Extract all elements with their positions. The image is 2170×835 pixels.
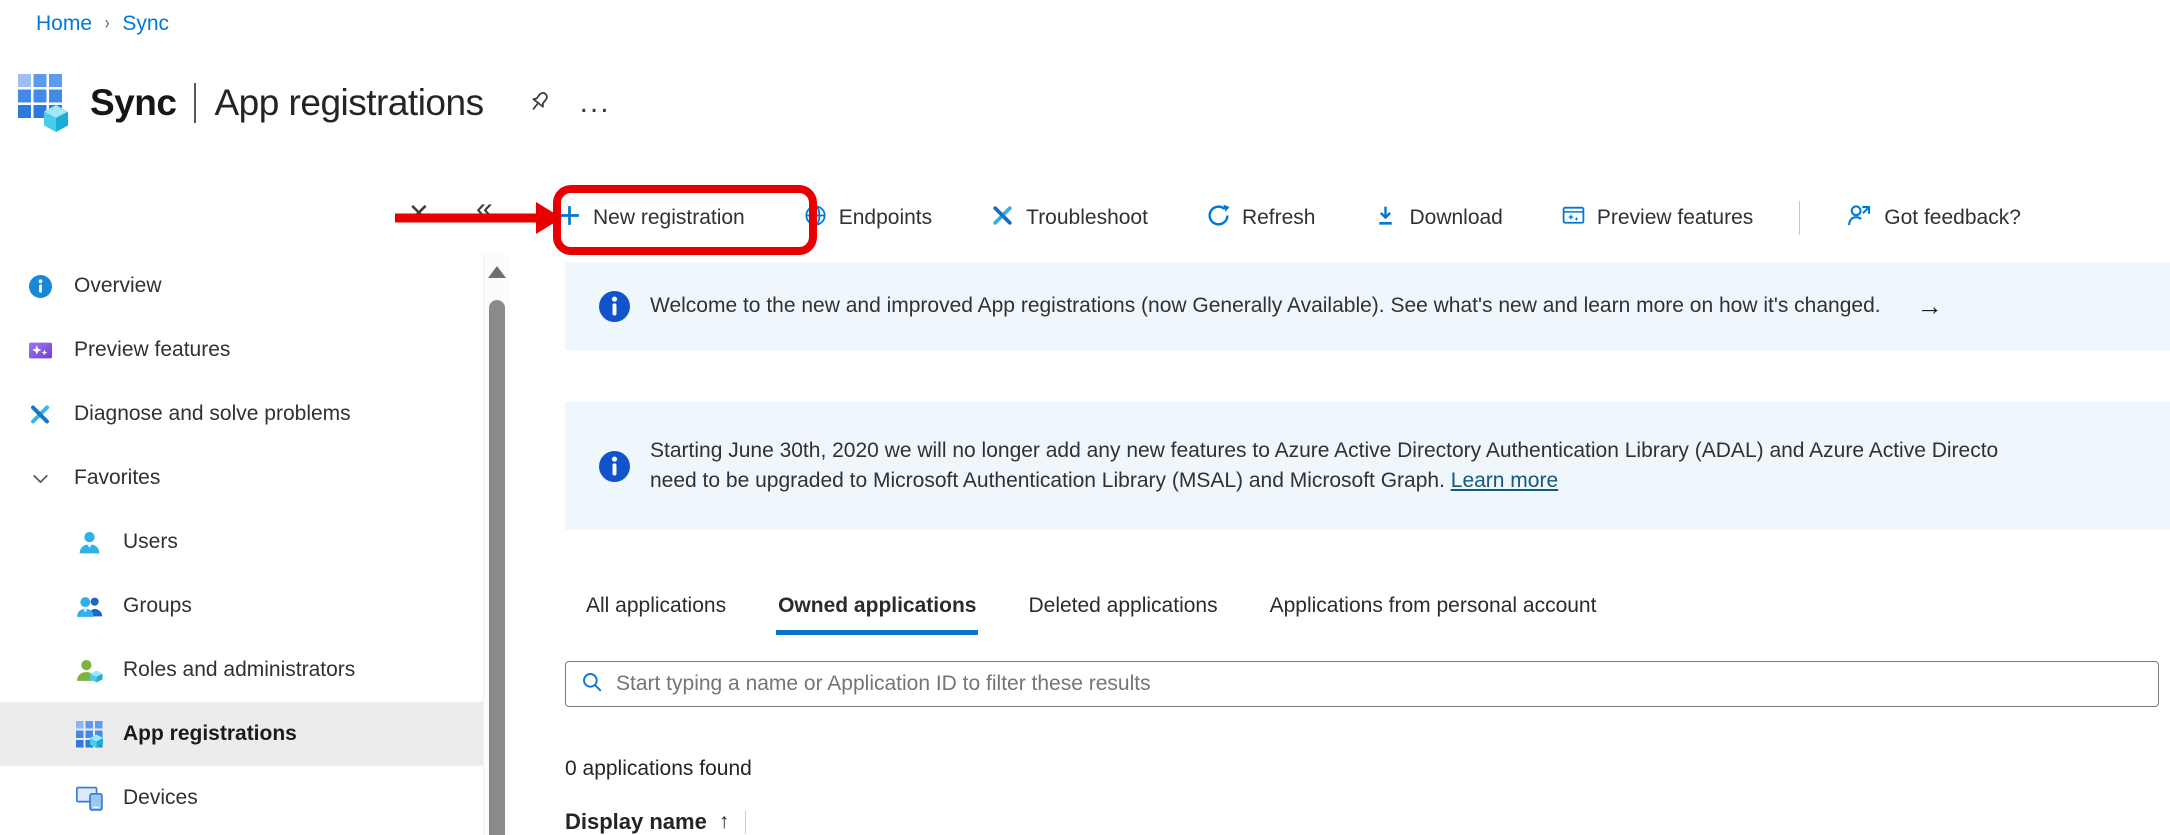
banner-arrow-icon[interactable]: → bbox=[1917, 291, 1943, 322]
adal-banner-line2: need to be upgraded to Microsoft Authent… bbox=[650, 469, 1451, 492]
sidebar-item-diagnose[interactable]: Diagnose and solve problems bbox=[0, 382, 483, 446]
tools-icon bbox=[990, 203, 1015, 234]
chevron-down-icon bbox=[28, 466, 52, 490]
adal-banner-line1: Starting June 30th, 2020 we will no long… bbox=[650, 439, 1998, 462]
sidebar-item-preview-features[interactable]: Preview features bbox=[0, 318, 483, 382]
toolbar-divider bbox=[1799, 201, 1800, 235]
breadcrumb-home-link[interactable]: Home bbox=[36, 12, 92, 36]
tab-owned-applications[interactable]: Owned applications bbox=[776, 594, 978, 635]
collapse-double-chevron-icon[interactable]: « bbox=[476, 192, 493, 226]
sidebar-item-label: Users bbox=[123, 530, 178, 554]
endpoints-label: Endpoints bbox=[839, 206, 932, 230]
users-icon bbox=[76, 529, 103, 556]
troubleshoot-button[interactable]: Troubleshoot bbox=[986, 203, 1152, 234]
sidebar-item-label: App registrations bbox=[123, 722, 297, 746]
sidebar-item-app-registrations[interactable]: App registrations bbox=[0, 702, 483, 766]
download-label: Download bbox=[1409, 206, 1502, 230]
groups-icon bbox=[76, 593, 103, 620]
plus-icon bbox=[557, 203, 582, 234]
troubleshoot-label: Troubleshoot bbox=[1026, 206, 1148, 230]
app-registrations-icon bbox=[18, 74, 68, 132]
got-feedback-button[interactable]: Got feedback? bbox=[1842, 202, 2025, 235]
sidebar-item-overview[interactable]: Overview bbox=[0, 254, 483, 318]
tab-applications-personal-account[interactable]: Applications from personal account bbox=[1268, 594, 1599, 635]
download-button[interactable]: Download bbox=[1369, 203, 1506, 234]
diagnose-icon bbox=[28, 402, 52, 426]
preview-features-button[interactable]: Preview features bbox=[1557, 203, 1757, 234]
sidebar-item-label: Groups bbox=[123, 594, 192, 618]
pin-button[interactable] bbox=[524, 88, 552, 118]
sidebar-item-roles[interactable]: Roles and administrators bbox=[0, 638, 483, 702]
title-separator bbox=[194, 83, 196, 123]
breadcrumb-sync-link[interactable]: Sync bbox=[122, 12, 169, 36]
scrollbar-up-arrow-icon[interactable] bbox=[488, 266, 506, 278]
refresh-icon bbox=[1206, 203, 1231, 234]
applications-tabs: All applications Owned applications Dele… bbox=[565, 594, 2170, 635]
adal-banner-text: Starting June 30th, 2020 we will no long… bbox=[650, 436, 1998, 496]
devices-icon bbox=[76, 785, 103, 812]
scrollbar-thumb[interactable] bbox=[489, 300, 505, 835]
column-divider bbox=[745, 810, 746, 834]
download-icon bbox=[1373, 203, 1398, 234]
applications-count: 0 applications found bbox=[565, 757, 2170, 781]
new-registration-label: New registration bbox=[593, 206, 745, 230]
preview-features-icon bbox=[28, 338, 52, 362]
preview-features-label: Preview features bbox=[1597, 206, 1753, 230]
info-icon bbox=[599, 291, 630, 322]
tab-deleted-applications[interactable]: Deleted applications bbox=[1026, 594, 1219, 635]
endpoints-button[interactable]: Endpoints bbox=[799, 203, 936, 234]
sidebar-group-label: Favorites bbox=[74, 466, 160, 490]
column-header-display-name[interactable]: Display name ↑ bbox=[565, 809, 2170, 835]
breadcrumb-separator-icon: › bbox=[105, 13, 110, 35]
display-name-label: Display name bbox=[565, 809, 707, 835]
sort-ascending-icon[interactable]: ↑ bbox=[719, 810, 730, 834]
info-icon bbox=[599, 451, 630, 482]
more-options-button[interactable]: ... bbox=[580, 98, 611, 108]
learn-more-link[interactable]: Learn more bbox=[1451, 469, 1558, 492]
pin-icon bbox=[524, 104, 552, 119]
sidebar-item-label: Diagnose and solve problems bbox=[74, 402, 351, 426]
sidebar-item-groups[interactable]: Groups bbox=[0, 574, 483, 638]
tab-all-applications[interactable]: All applications bbox=[584, 594, 728, 635]
azure-app-registrations-screen: Home › Sync Sync App registrations bbox=[0, 0, 2170, 835]
sidebar-item-label: Preview features bbox=[74, 338, 230, 362]
info-icon bbox=[28, 274, 52, 298]
main-content: Welcome to the new and improved App regi… bbox=[565, 254, 2170, 835]
new-registration-button[interactable]: New registration bbox=[553, 203, 749, 234]
welcome-banner-text: Welcome to the new and improved App regi… bbox=[650, 294, 1881, 318]
page-title: Sync App registrations bbox=[90, 82, 484, 124]
filter-search-input[interactable] bbox=[616, 672, 2158, 696]
preview-window-icon bbox=[1561, 203, 1586, 234]
breadcrumb: Home › Sync bbox=[36, 12, 169, 36]
feedback-person-icon bbox=[1846, 202, 1873, 235]
sidebar-item-label: Overview bbox=[74, 274, 162, 298]
sidebar-group-favorites[interactable]: Favorites bbox=[0, 446, 483, 510]
page-title-secondary: App registrations bbox=[214, 82, 483, 123]
adal-deprecation-banner: Starting June 30th, 2020 we will no long… bbox=[565, 402, 2170, 530]
sidebar-item-users[interactable]: Users bbox=[0, 510, 483, 574]
refresh-button[interactable]: Refresh bbox=[1202, 203, 1320, 234]
app-registrations-icon bbox=[76, 721, 103, 748]
globe-icon bbox=[803, 203, 828, 234]
sidebar-item-label: Roles and administrators bbox=[123, 658, 355, 682]
refresh-label: Refresh bbox=[1242, 206, 1316, 230]
sidebar-item-devices[interactable]: Devices bbox=[0, 766, 483, 830]
search-icon bbox=[580, 670, 604, 699]
sidebar-scrollbar[interactable] bbox=[483, 254, 510, 835]
sidebar-item-label: Devices bbox=[123, 786, 198, 810]
welcome-banner: Welcome to the new and improved App regi… bbox=[565, 262, 2170, 350]
roles-icon bbox=[76, 657, 103, 684]
filter-search-box[interactable] bbox=[565, 661, 2159, 707]
got-feedback-label: Got feedback? bbox=[1884, 206, 2021, 230]
sidebar-menu: Overview Preview features bbox=[0, 254, 483, 835]
close-icon[interactable]: ✕ bbox=[408, 198, 430, 229]
page-title-primary: Sync bbox=[90, 82, 176, 123]
command-bar: New registration Endpoints Troubleshoot bbox=[553, 192, 2025, 244]
page-header: Sync App registrations ... bbox=[18, 74, 611, 132]
